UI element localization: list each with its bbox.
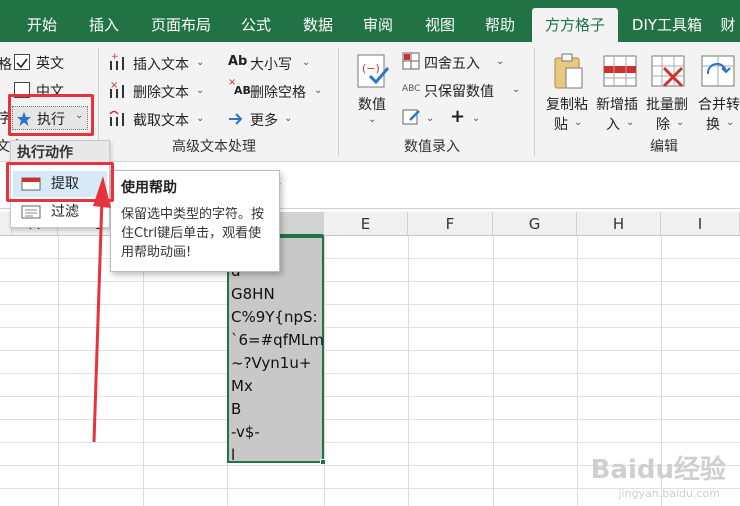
delete-text-button[interactable]: 删除文本	[133, 82, 189, 102]
english-label: 英文	[36, 56, 64, 72]
group-separator	[338, 48, 339, 156]
chevron-down-icon: ⌄	[626, 117, 635, 128]
svg-text:(−): (−)	[362, 62, 380, 75]
cell-value[interactable]: B	[231, 398, 241, 420]
column-header-h[interactable]: H	[577, 212, 661, 236]
batch-delete-icon	[651, 55, 685, 88]
tab-finance[interactable]: 财	[716, 8, 740, 42]
tab-diy-toolbox[interactable]: DIY工具箱	[626, 8, 708, 42]
annotation-arrow	[92, 176, 111, 443]
copy-paste-label-2: 贴	[554, 117, 568, 133]
tab-formulas[interactable]: 公式	[230, 8, 282, 42]
cell-value[interactable]: G8HN	[231, 283, 275, 305]
tooltip-body: 保留选中类型的字符。按住Ctrl键后单击，观看使用帮助动画!	[121, 207, 265, 260]
baidu-watermark: Baidu经验	[590, 455, 726, 485]
column-header-f[interactable]: F	[408, 212, 493, 236]
cutoff-label-1: 格	[0, 57, 12, 73]
remove-spaces-button[interactable]: 删除空格	[250, 82, 306, 102]
round-button[interactable]: 四舍五入	[424, 53, 480, 73]
menu-item-label: 过滤	[51, 204, 79, 220]
tab-view[interactable]: 视图	[414, 8, 466, 42]
ribbon-tab-bar: 开始 插入 页面布局 公式 数据 审阅 视图 帮助 方方格子 DIY工具箱 财	[0, 0, 740, 42]
svg-text:+: +	[111, 52, 119, 62]
remove-spaces-icon: × AB	[228, 77, 251, 97]
extract-text-button[interactable]: 截取文本	[133, 110, 189, 130]
chevron-down-icon: ⌄	[676, 117, 685, 128]
cell-value[interactable]: -v$-	[231, 421, 260, 443]
column-header-g[interactable]: G	[493, 212, 577, 236]
annotation-box-execute	[8, 94, 94, 136]
filter-icon	[21, 205, 41, 219]
edit-sheet-icon	[402, 109, 420, 125]
abc-icon: ABC	[402, 84, 421, 94]
column-header-e[interactable]: E	[324, 212, 408, 236]
checkmark-icon	[16, 58, 28, 69]
numeric-value-button[interactable]: 数值	[358, 94, 386, 114]
tab-help[interactable]: 帮助	[474, 8, 526, 42]
chevron-down-icon: ⌄	[196, 57, 205, 68]
chevron-down-icon: ⌄	[496, 56, 505, 67]
edit-group-label: 编辑	[650, 139, 678, 155]
chevron-down-icon: ⌄	[512, 84, 521, 95]
chevron-down-icon: ⌄	[196, 113, 205, 124]
copy-paste-button[interactable]: 复制粘	[546, 94, 588, 114]
help-tooltip: 使用帮助 保留选中类型的字符。按住Ctrl键后单击，观看使用帮助动画!	[110, 170, 280, 272]
english-checkbox[interactable]	[14, 54, 30, 70]
cell-value[interactable]: Mx	[231, 375, 253, 397]
baidu-watermark-url: jingyan.baidu.com	[618, 487, 720, 500]
cell-value[interactable]: C%9Y{npS:	[231, 306, 318, 328]
insert-text-button[interactable]: 插入文本	[133, 54, 189, 74]
numeric-value-icon: (−)	[357, 54, 390, 88]
case-button[interactable]: 大小写	[250, 54, 292, 74]
tab-fangfanggezi[interactable]: 方方格子	[532, 8, 618, 42]
arrow-right-icon	[229, 113, 243, 125]
chevron-down-icon: ⌄	[574, 117, 583, 128]
remove-spaces-icon-text: AB	[234, 84, 251, 97]
chevron-down-icon: ⌄	[314, 85, 323, 96]
new-insert-label-2: 入	[606, 117, 620, 133]
chevron-down-icon: ⌄	[196, 85, 205, 96]
clipboard-icon	[554, 53, 583, 89]
cell-value[interactable]: ~?Vyn1u+	[231, 352, 311, 374]
tooltip-title: 使用帮助	[121, 180, 177, 196]
chevron-down-icon: ⌄	[726, 117, 735, 128]
merge-convert-button[interactable]: 合并转	[698, 94, 740, 114]
ribbon: 格 字 文本 英文 中文 执行 ⌄ + 插入文本 ⌄ × 删除文本 ⌄ 截取文本…	[0, 42, 740, 162]
text-group-label: 高级文本处理	[172, 139, 256, 155]
delete-text-icon: ×	[110, 80, 124, 98]
merge-convert-icon	[701, 55, 735, 87]
fill-handle[interactable]	[320, 459, 326, 465]
more-button[interactable]: 更多	[250, 110, 278, 130]
cell-value[interactable]: `6=#qfMLm	[231, 329, 324, 351]
tab-insert[interactable]: 插入	[78, 8, 130, 42]
batch-delete-button[interactable]: 批量删	[646, 94, 688, 114]
new-insert-icon	[603, 55, 637, 87]
merge-convert-label-2: 换	[706, 117, 720, 133]
insert-text-icon: +	[110, 52, 124, 70]
batch-delete-label-2: 除	[656, 117, 670, 133]
number-group-label: 数值录入	[404, 139, 460, 155]
tab-page-layout[interactable]: 页面布局	[138, 8, 224, 42]
tab-review[interactable]: 审阅	[352, 8, 404, 42]
chevron-down-icon: ⌄	[302, 57, 311, 68]
round-icon	[402, 52, 420, 70]
new-insert-button[interactable]: 新增插	[596, 94, 638, 114]
column-header-i[interactable]: I	[661, 212, 740, 236]
keep-numeric-button[interactable]: 只保留数值	[424, 81, 494, 101]
case-icon: Ab	[228, 54, 248, 69]
tab-data[interactable]: 数据	[292, 8, 344, 42]
chevron-down-icon: ⌄	[426, 113, 435, 124]
chevron-down-icon: ⌄	[368, 114, 377, 125]
extract-text-icon	[109, 110, 124, 126]
tab-home[interactable]: 开始	[14, 8, 70, 42]
chevron-down-icon: ⌄	[472, 113, 481, 124]
group-separator	[534, 48, 535, 156]
cell-value[interactable]: l	[231, 444, 235, 466]
chevron-down-icon: ⌄	[284, 113, 293, 124]
plus-icon[interactable]: +	[450, 106, 465, 127]
